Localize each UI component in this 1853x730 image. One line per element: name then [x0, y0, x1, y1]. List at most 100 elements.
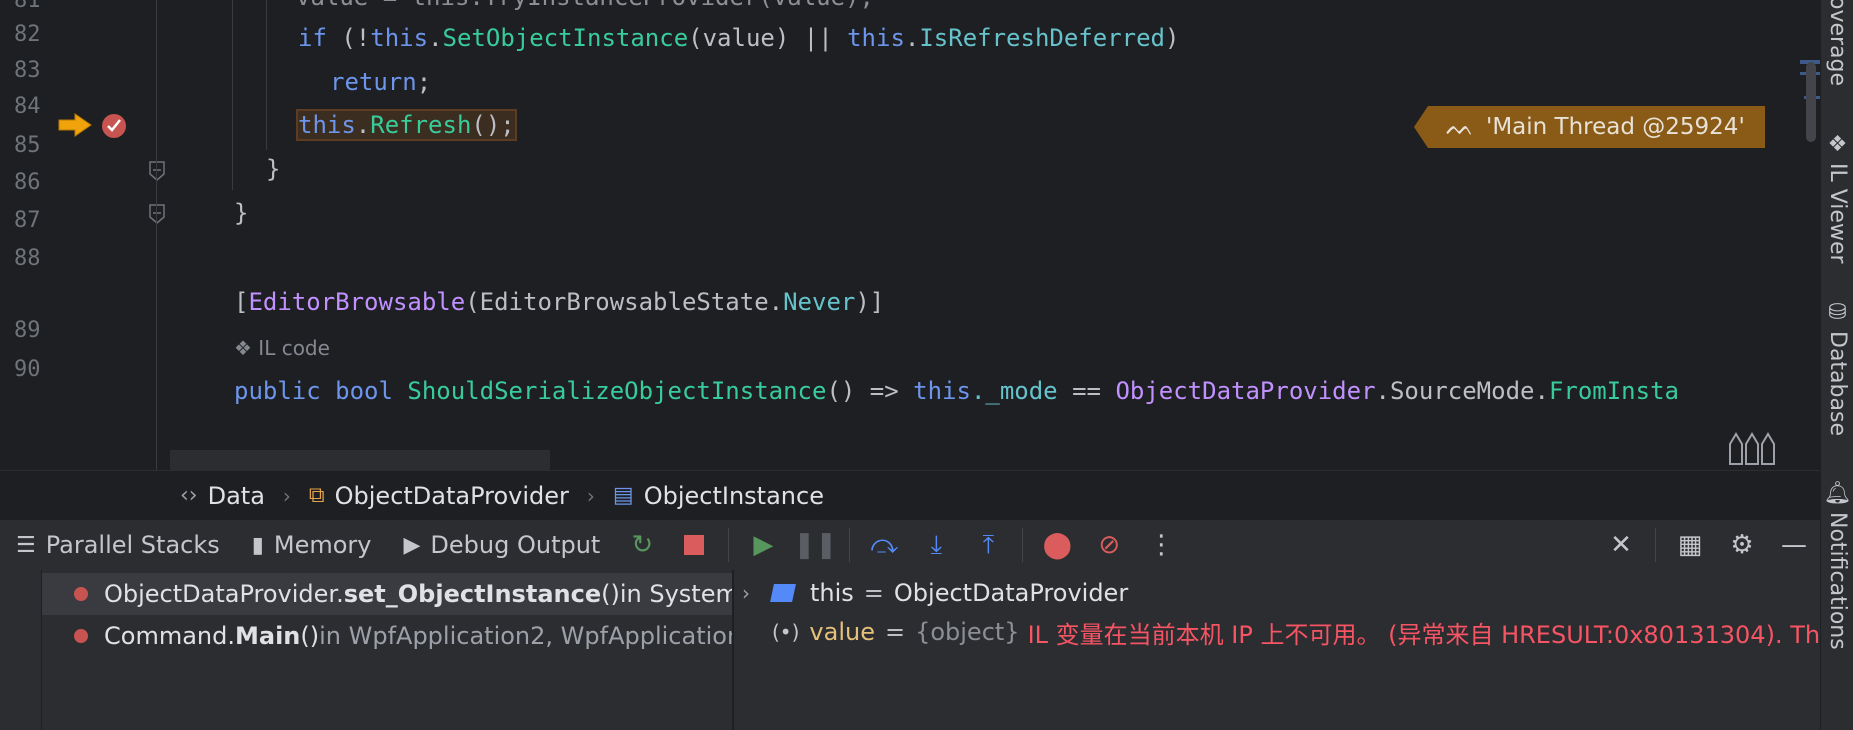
step-over-icon[interactable]: ⤼: [864, 525, 904, 565]
tab-label: Database: [1825, 331, 1850, 436]
thread-badge[interactable]: ᨓ 'Main Thread @25924': [1414, 106, 1765, 148]
stack-frame-row[interactable]: ObjectDataProvider.set_ObjectInstance() …: [42, 573, 732, 615]
tab-parallel-stacks[interactable]: ☰ Parallel Stacks: [0, 520, 236, 570]
view-breakpoints-icon[interactable]: ⬤: [1037, 525, 1077, 565]
punctuation: (value) ||: [688, 24, 848, 52]
line-number: 89: [14, 318, 41, 343]
code-line-89[interactable]: public bool ShouldSerializeObjectInstanc…: [234, 376, 1679, 406]
resume-icon[interactable]: ▶: [743, 525, 783, 565]
more-options-icon[interactable]: ⋮: [1141, 525, 1181, 565]
frame-location: in System.Wi: [619, 580, 732, 608]
tab-il-viewer[interactable]: ❖ IL Viewer: [1825, 132, 1850, 264]
breadcrumb-item-property[interactable]: ▤ ObjectInstance: [613, 482, 824, 510]
code-line-81[interactable]: value = this.TryInstanceProvider(value);: [296, 0, 874, 12]
variables-panel: › this = ObjectDataProvider (•) value = …: [734, 570, 1820, 730]
code-line-85[interactable]: }: [266, 154, 280, 184]
toolbar-separator: [1022, 528, 1024, 562]
il-viewer-icon: ❖: [234, 336, 259, 360]
line-number: 84: [14, 94, 41, 119]
code-line-82[interactable]: if (!this.SetObjectInstance(value) || th…: [298, 23, 1179, 53]
punctuation: [: [234, 288, 249, 316]
gear-icon[interactable]: ⚙: [1722, 525, 1762, 565]
tab-debug-output[interactable]: ▶ Debug Output: [387, 520, 616, 570]
bell-icon: 🔔︎: [1825, 478, 1850, 506]
variable-equals: =: [884, 618, 906, 646]
fold-marker-icon[interactable]: [148, 203, 166, 225]
mute-breakpoints-icon[interactable]: ⊘: [1089, 525, 1129, 565]
namespace-icon: ‹›: [180, 483, 198, 508]
pause-icon[interactable]: ❚❚: [794, 525, 838, 565]
breakpoint-icon[interactable]: [100, 112, 128, 140]
keyword: if: [298, 24, 327, 52]
reader-mode-icon[interactable]: [1726, 430, 1782, 466]
code-line-86[interactable]: }: [234, 198, 248, 228]
type-name: EditorBrowsableState: [479, 288, 769, 316]
punctuation: .: [428, 24, 443, 52]
layout-icon[interactable]: ▦: [1670, 525, 1710, 565]
frame-class: ObjectDataProvider.: [104, 580, 344, 608]
line-number: 86: [14, 170, 41, 195]
fold-marker-icon[interactable]: [148, 160, 166, 182]
breadcrumb-separator: ›: [282, 483, 291, 508]
code-line-84[interactable]: this.Refresh();: [296, 109, 517, 141]
field-name: ._mode: [970, 377, 1058, 405]
execution-point-arrow-icon: [58, 113, 92, 137]
variable-row[interactable]: › this = ObjectDataProvider: [742, 573, 1128, 613]
frame-method: Main: [234, 622, 301, 650]
right-tool-strip: overage ❖ IL Viewer ⛁ Database 🔔︎ Notificat…: [1820, 0, 1853, 730]
toolbar-separator: [728, 528, 730, 562]
breadcrumb-item-namespace[interactable]: ‹› Data: [180, 482, 265, 510]
variable-equals: =: [863, 579, 884, 607]
tab-label: Debug Output: [430, 531, 601, 559]
method-name: Refresh: [370, 111, 472, 139]
line-number: 83: [14, 58, 41, 83]
code-editor[interactable]: 81 82 83 84 85 86 87 88 89 90 value = th…: [0, 0, 1820, 470]
expand-chevron-icon[interactable]: ›: [742, 581, 772, 605]
close-icon[interactable]: ✕: [1601, 525, 1641, 565]
tab-notifications[interactable]: 🔔︎ Notifications: [1825, 478, 1850, 650]
step-into-icon[interactable]: ⤓: [916, 525, 956, 565]
stack-frame-row[interactable]: Command.Main() in WpfApplication2, WpfAp…: [42, 615, 732, 657]
keyword: return: [330, 68, 417, 96]
punctuation: (: [465, 288, 480, 316]
punctuation: }: [234, 199, 249, 227]
tab-label: Notifications: [1825, 511, 1850, 650]
il-code-hint[interactable]: ❖ IL code: [234, 336, 330, 360]
gutter-divider: [156, 0, 157, 470]
line-number: 90: [14, 357, 41, 382]
frame-suffix: (): [300, 622, 320, 650]
step-out-icon[interactable]: ⤒: [968, 525, 1008, 565]
il-viewer-icon: ❖: [1825, 132, 1850, 157]
breadcrumb-separator: ›: [586, 483, 595, 508]
code-line-88[interactable]: [EditorBrowsable(EditorBrowsableState.Ne…: [234, 287, 884, 317]
method-name: ShouldSerializeObjectInstance: [407, 377, 827, 405]
variable-error: IL 变量在当前本机 IP 上不可用。 (异常来自 HRESULT:0x8013…: [1027, 620, 1820, 649]
breadcrumb-item-class[interactable]: ⧉ ObjectDataProvider: [309, 482, 569, 510]
tab-memory[interactable]: ▮ Memory: [236, 520, 388, 570]
tab-label: overage: [1825, 0, 1850, 87]
frame-class: Command.: [104, 622, 235, 650]
line-number: 85: [14, 133, 41, 158]
enum-member: FromInsta: [1548, 377, 1679, 405]
keyword: this: [370, 24, 429, 52]
frames-panel: ObjectDataProvider.set_ObjectInstance() …: [0, 570, 733, 730]
vertical-scrollbar-thumb[interactable]: [1806, 62, 1816, 142]
stop-button[interactable]: [674, 525, 714, 565]
tab-coverage[interactable]: overage: [1825, 0, 1850, 86]
tab-database[interactable]: ⛁ Database: [1825, 300, 1850, 436]
keyword: public: [234, 377, 321, 405]
variable-row[interactable]: (•) value = {object} IL 变量在当前本机 IP 上不可用。…: [772, 612, 1820, 652]
punctuation: () =>: [826, 377, 914, 405]
minimize-icon[interactable]: —: [1774, 525, 1814, 565]
editor-gutter[interactable]: 81 82 83 84 85 86 87 88 89 90: [0, 0, 165, 470]
tab-label: Memory: [273, 531, 372, 559]
variable-name: this: [810, 579, 854, 607]
keyword: this: [847, 24, 905, 52]
code-line-83[interactable]: return;: [330, 67, 431, 97]
punctuation: .: [1534, 377, 1549, 405]
punctuation: ;: [416, 68, 432, 96]
breadcrumb: ‹› Data › ⧉ ObjectDataProvider › ▤ Objec…: [0, 470, 1820, 520]
rerun-icon[interactable]: ↻: [622, 525, 662, 565]
line-number: 82: [14, 22, 41, 47]
breadcrumb-label: Data: [207, 481, 265, 510]
